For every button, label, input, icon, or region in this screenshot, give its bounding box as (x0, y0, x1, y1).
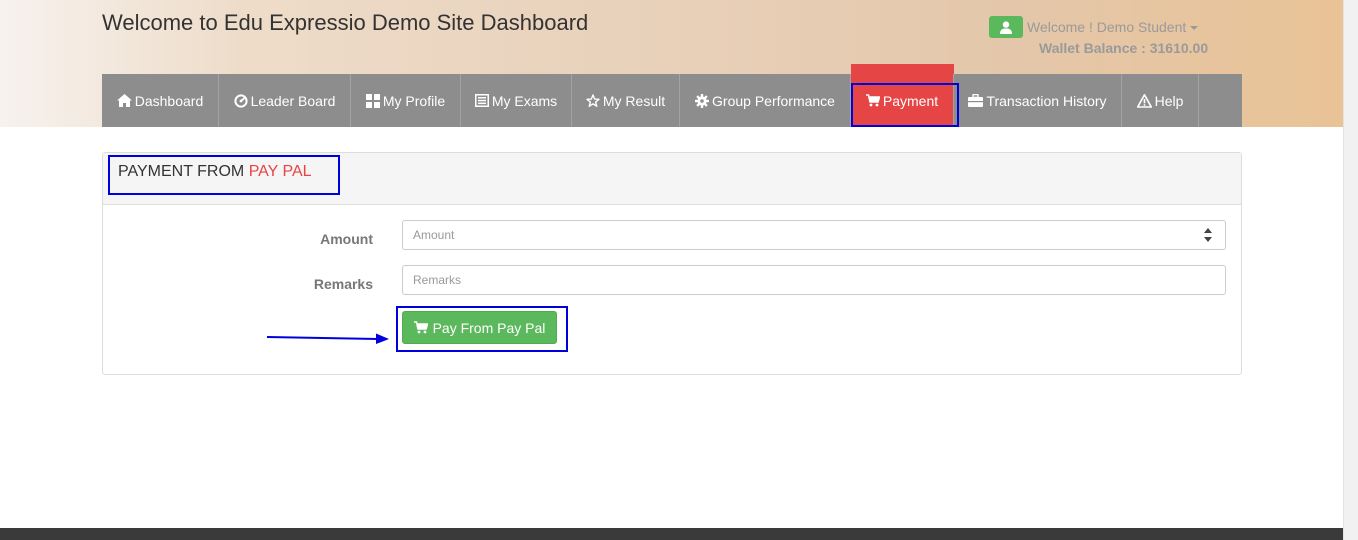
arrow-right-icon (266, 333, 389, 344)
list-icon (474, 94, 489, 107)
pay-from-paypal-button[interactable]: Pay From Pay Pal (402, 311, 557, 344)
nav-label: Group Performance (712, 92, 835, 109)
nav-item-my-profile[interactable]: My Profile (351, 74, 461, 127)
nav-label: My Result (602, 92, 666, 109)
nav-item-help[interactable]: Help (1122, 74, 1199, 127)
warning-icon (1136, 93, 1152, 108)
home-icon (116, 94, 132, 107)
nav-label: Dashboard (134, 92, 204, 109)
remarks-label: Remarks (313, 276, 373, 292)
remarks-input[interactable] (402, 265, 1226, 295)
nav-item-dashboard[interactable]: Dashboard (102, 74, 219, 127)
grid-icon (365, 93, 380, 108)
nav-item-group-performance[interactable]: Group Performance (680, 74, 851, 127)
nav-label: My Profile (382, 92, 446, 109)
panel-heading: PAYMENT FROM PAY PAL (103, 153, 1241, 205)
dashboard-gauge-icon (233, 93, 248, 108)
gear-icon (695, 93, 710, 108)
briefcase-icon (968, 94, 984, 107)
amount-row (103, 220, 1241, 250)
welcome-text: Welcome ! Demo Student (1027, 19, 1187, 35)
vertical-scrollbar[interactable] (1343, 0, 1358, 540)
user-icon (989, 16, 1023, 38)
cart-icon (865, 94, 880, 107)
panel-title-highlight: PAY PAL (248, 163, 312, 180)
nav-label: Payment (882, 92, 939, 109)
nav-label: Help (1154, 92, 1184, 109)
panel-title-prefix: PAYMENT FROM (118, 163, 245, 180)
pay-button-label: Pay From Pay Pal (432, 319, 546, 336)
site-title: Welcome to Edu Expressio Demo Site Dashb… (102, 10, 589, 35)
nav-item-transaction-history[interactable]: Transaction History (954, 74, 1122, 127)
nav-item-payment[interactable]: Payment (851, 64, 954, 127)
chevron-down-icon (1190, 26, 1199, 30)
wallet-balance: Wallet Balance : 31610.00 (1039, 40, 1209, 56)
number-spinner-icon[interactable] (1204, 228, 1212, 242)
nav-item-my-exams[interactable]: My Exams (461, 74, 572, 127)
nav-label: Leader Board (250, 92, 336, 109)
page-footer (0, 528, 1343, 540)
nav-item-my-result[interactable]: My Result (572, 74, 680, 127)
main-nav: Dashboard Leader Board My Profile My Exa… (102, 64, 1242, 127)
amount-input[interactable] (402, 220, 1226, 250)
star-icon (586, 93, 600, 108)
user-menu[interactable]: Welcome ! Demo Student (989, 15, 1199, 39)
nav-label: Transaction History (986, 92, 1107, 109)
panel-title: PAYMENT FROM PAY PAL (118, 163, 312, 181)
nav-label: My Exams (491, 92, 558, 109)
cart-icon (413, 321, 428, 334)
nav-item-leader-board[interactable]: Leader Board (219, 74, 351, 127)
